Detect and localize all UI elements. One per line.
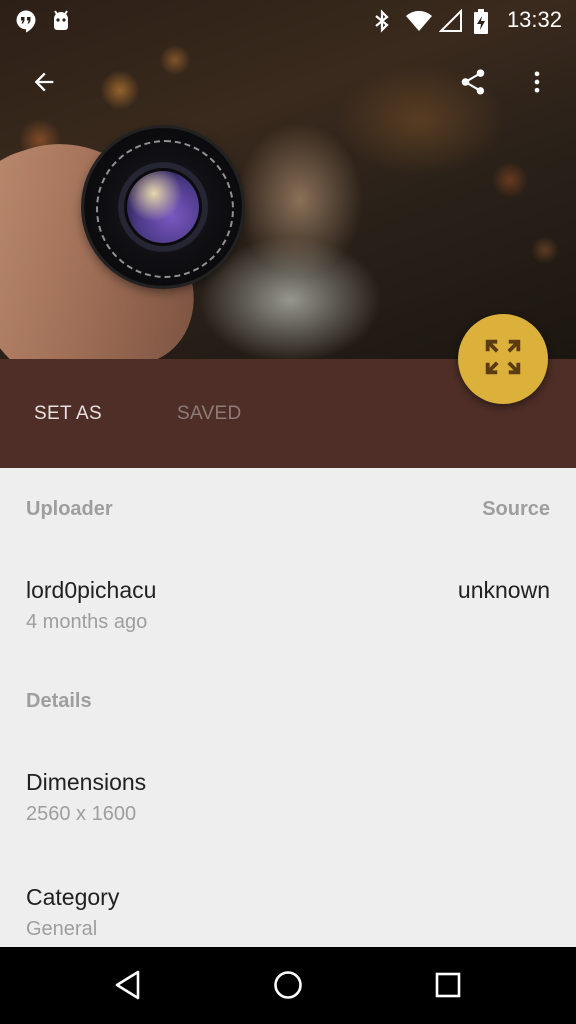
share-button[interactable] (453, 64, 493, 104)
uploader-label: Uploader (26, 498, 113, 520)
fullscreen-icon (480, 334, 526, 385)
bluetooth-icon (371, 9, 393, 33)
recents-icon (434, 971, 462, 1004)
nav-home-button[interactable] (266, 965, 310, 1009)
more-vert-icon (523, 68, 551, 101)
set-as-button[interactable]: SET AS (34, 403, 102, 425)
back-button[interactable] (24, 64, 64, 104)
camera-lens-graphic (84, 128, 242, 286)
category-value: General (26, 918, 98, 940)
share-icon (458, 67, 488, 102)
dimensions-value: 2560 x 1600 (26, 803, 137, 825)
hangouts-icon (14, 9, 36, 33)
battery-icon (473, 9, 495, 34)
toolbar (0, 56, 576, 112)
home-icon (272, 969, 304, 1006)
dimensions-label: Dimensions (26, 769, 147, 795)
upload-time: 4 months ago (26, 611, 148, 633)
more-options-button[interactable] (517, 64, 557, 104)
back-icon (113, 969, 143, 1006)
category-label: Category (26, 884, 120, 910)
source-value: unknown (457, 577, 550, 603)
wallpaper-image[interactable] (0, 0, 576, 359)
saved-button[interactable]: SAVED (177, 403, 242, 425)
lens-glass (118, 162, 208, 252)
wifi-icon (405, 9, 432, 31)
fullscreen-button[interactable] (458, 314, 548, 404)
details-label: Details (26, 690, 92, 712)
nav-recents-button[interactable] (426, 965, 470, 1009)
navigation-bar (0, 947, 576, 1024)
nav-back-button[interactable] (106, 965, 150, 1009)
signal-icon (438, 8, 462, 32)
status-bar: 13:32 (0, 0, 576, 40)
details-panel: Uploader Source lord0pichacu unknown 4 m… (0, 468, 576, 947)
source-label: Source (482, 498, 550, 520)
status-time: 13:32 (506, 7, 562, 32)
uploader-name[interactable]: lord0pichacu (26, 577, 156, 604)
arrow-back-icon (30, 68, 58, 101)
android-icon (50, 9, 72, 31)
